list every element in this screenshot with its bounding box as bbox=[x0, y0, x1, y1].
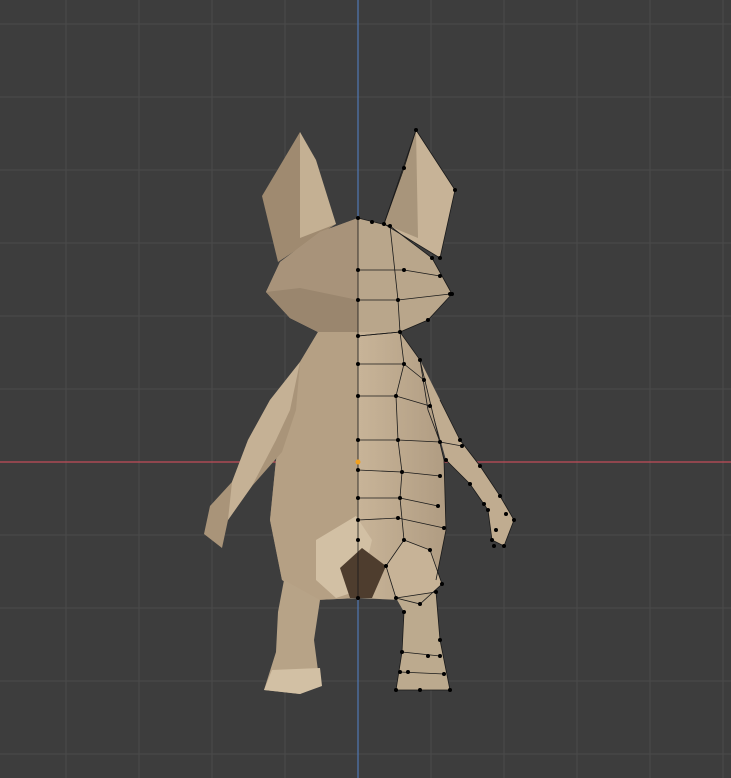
mesh-vertex[interactable] bbox=[440, 582, 444, 586]
mesh-vertex[interactable] bbox=[356, 268, 360, 272]
mesh-vertex[interactable] bbox=[512, 518, 516, 522]
mesh-vertex[interactable] bbox=[504, 512, 508, 516]
mesh-vertex[interactable] bbox=[396, 516, 400, 520]
mesh-vertex[interactable] bbox=[398, 670, 402, 674]
mesh-vertex[interactable] bbox=[438, 638, 442, 642]
mesh-vertex[interactable] bbox=[418, 602, 422, 606]
mesh-vertex[interactable] bbox=[394, 394, 398, 398]
mesh-vertex[interactable] bbox=[448, 292, 452, 296]
mesh-vertex[interactable] bbox=[438, 474, 442, 478]
mesh-vertex[interactable] bbox=[444, 458, 448, 462]
mesh-vertex[interactable] bbox=[428, 548, 432, 552]
mesh-vertex[interactable] bbox=[384, 564, 388, 568]
mesh-vertex[interactable] bbox=[400, 470, 404, 474]
mesh-vertex[interactable] bbox=[430, 256, 434, 260]
mesh-vertex[interactable] bbox=[394, 688, 398, 692]
mesh-vertex[interactable] bbox=[438, 256, 442, 260]
mesh-vertex[interactable] bbox=[442, 672, 446, 676]
object-origin-icon bbox=[355, 459, 361, 465]
mesh-vertex[interactable] bbox=[426, 654, 430, 658]
mesh-vertex[interactable] bbox=[492, 544, 496, 548]
mesh-vertex[interactable] bbox=[426, 318, 430, 322]
viewport-canvas[interactable] bbox=[0, 0, 731, 778]
mesh-vertex[interactable] bbox=[382, 222, 386, 226]
mesh-vertex[interactable] bbox=[478, 464, 482, 468]
mesh-vertex[interactable] bbox=[396, 298, 400, 302]
mesh-vertex[interactable] bbox=[356, 216, 360, 220]
right-leg bbox=[396, 592, 450, 690]
character-mesh[interactable] bbox=[204, 130, 514, 694]
mesh-vertex[interactable] bbox=[418, 358, 422, 362]
mesh-vertex[interactable] bbox=[402, 268, 406, 272]
mesh-vertex[interactable] bbox=[434, 590, 438, 594]
mesh-vertex[interactable] bbox=[498, 494, 502, 498]
3d-viewport[interactable] bbox=[0, 0, 731, 778]
mesh-vertex[interactable] bbox=[502, 544, 506, 548]
mesh-vertex[interactable] bbox=[438, 654, 442, 658]
mesh-vertex[interactable] bbox=[402, 362, 406, 366]
mesh-vertex[interactable] bbox=[468, 482, 472, 486]
mesh-vertex[interactable] bbox=[402, 538, 406, 542]
mesh-vertex[interactable] bbox=[442, 526, 446, 530]
mesh-vertex[interactable] bbox=[356, 538, 360, 542]
mesh-vertex[interactable] bbox=[356, 596, 360, 600]
mesh-vertex[interactable] bbox=[402, 610, 406, 614]
left-foot bbox=[264, 668, 322, 694]
mesh-vertex[interactable] bbox=[356, 438, 360, 442]
mesh-vertex[interactable] bbox=[356, 468, 360, 472]
mesh-vertex[interactable] bbox=[448, 688, 452, 692]
left-ear-inner bbox=[300, 132, 336, 238]
right-ear-inner bbox=[384, 130, 418, 238]
mesh-vertex[interactable] bbox=[396, 438, 400, 442]
mesh-vertex[interactable] bbox=[414, 128, 418, 132]
mesh-vertex[interactable] bbox=[460, 444, 464, 448]
mesh-vertex[interactable] bbox=[482, 502, 486, 506]
mesh-vertex[interactable] bbox=[494, 528, 498, 532]
mesh-vertex[interactable] bbox=[453, 188, 457, 192]
mesh-vertex[interactable] bbox=[458, 438, 462, 442]
mesh-vertex[interactable] bbox=[356, 496, 360, 500]
mesh-vertex[interactable] bbox=[436, 504, 440, 508]
mesh-vertex[interactable] bbox=[398, 496, 402, 500]
mesh-vertex[interactable] bbox=[428, 404, 432, 408]
mesh-vertex[interactable] bbox=[370, 220, 374, 224]
mesh-vertex[interactable] bbox=[490, 538, 494, 542]
mesh-vertex[interactable] bbox=[356, 334, 360, 338]
mesh-vertex[interactable] bbox=[406, 670, 410, 674]
mesh-vertex[interactable] bbox=[422, 378, 426, 382]
mesh-vertex[interactable] bbox=[402, 166, 406, 170]
mesh-vertex[interactable] bbox=[356, 518, 360, 522]
mesh-vertex[interactable] bbox=[398, 330, 402, 334]
mesh-vertex[interactable] bbox=[356, 298, 360, 302]
mesh-vertex[interactable] bbox=[438, 440, 442, 444]
mesh-vertex[interactable] bbox=[388, 224, 392, 228]
mesh-vertex[interactable] bbox=[418, 688, 422, 692]
mesh-vertex[interactable] bbox=[400, 650, 404, 654]
mesh-vertex[interactable] bbox=[438, 274, 442, 278]
mesh-vertex[interactable] bbox=[394, 596, 398, 600]
mesh-vertex[interactable] bbox=[486, 508, 490, 512]
mesh-vertex[interactable] bbox=[356, 394, 360, 398]
mesh-vertex[interactable] bbox=[356, 362, 360, 366]
